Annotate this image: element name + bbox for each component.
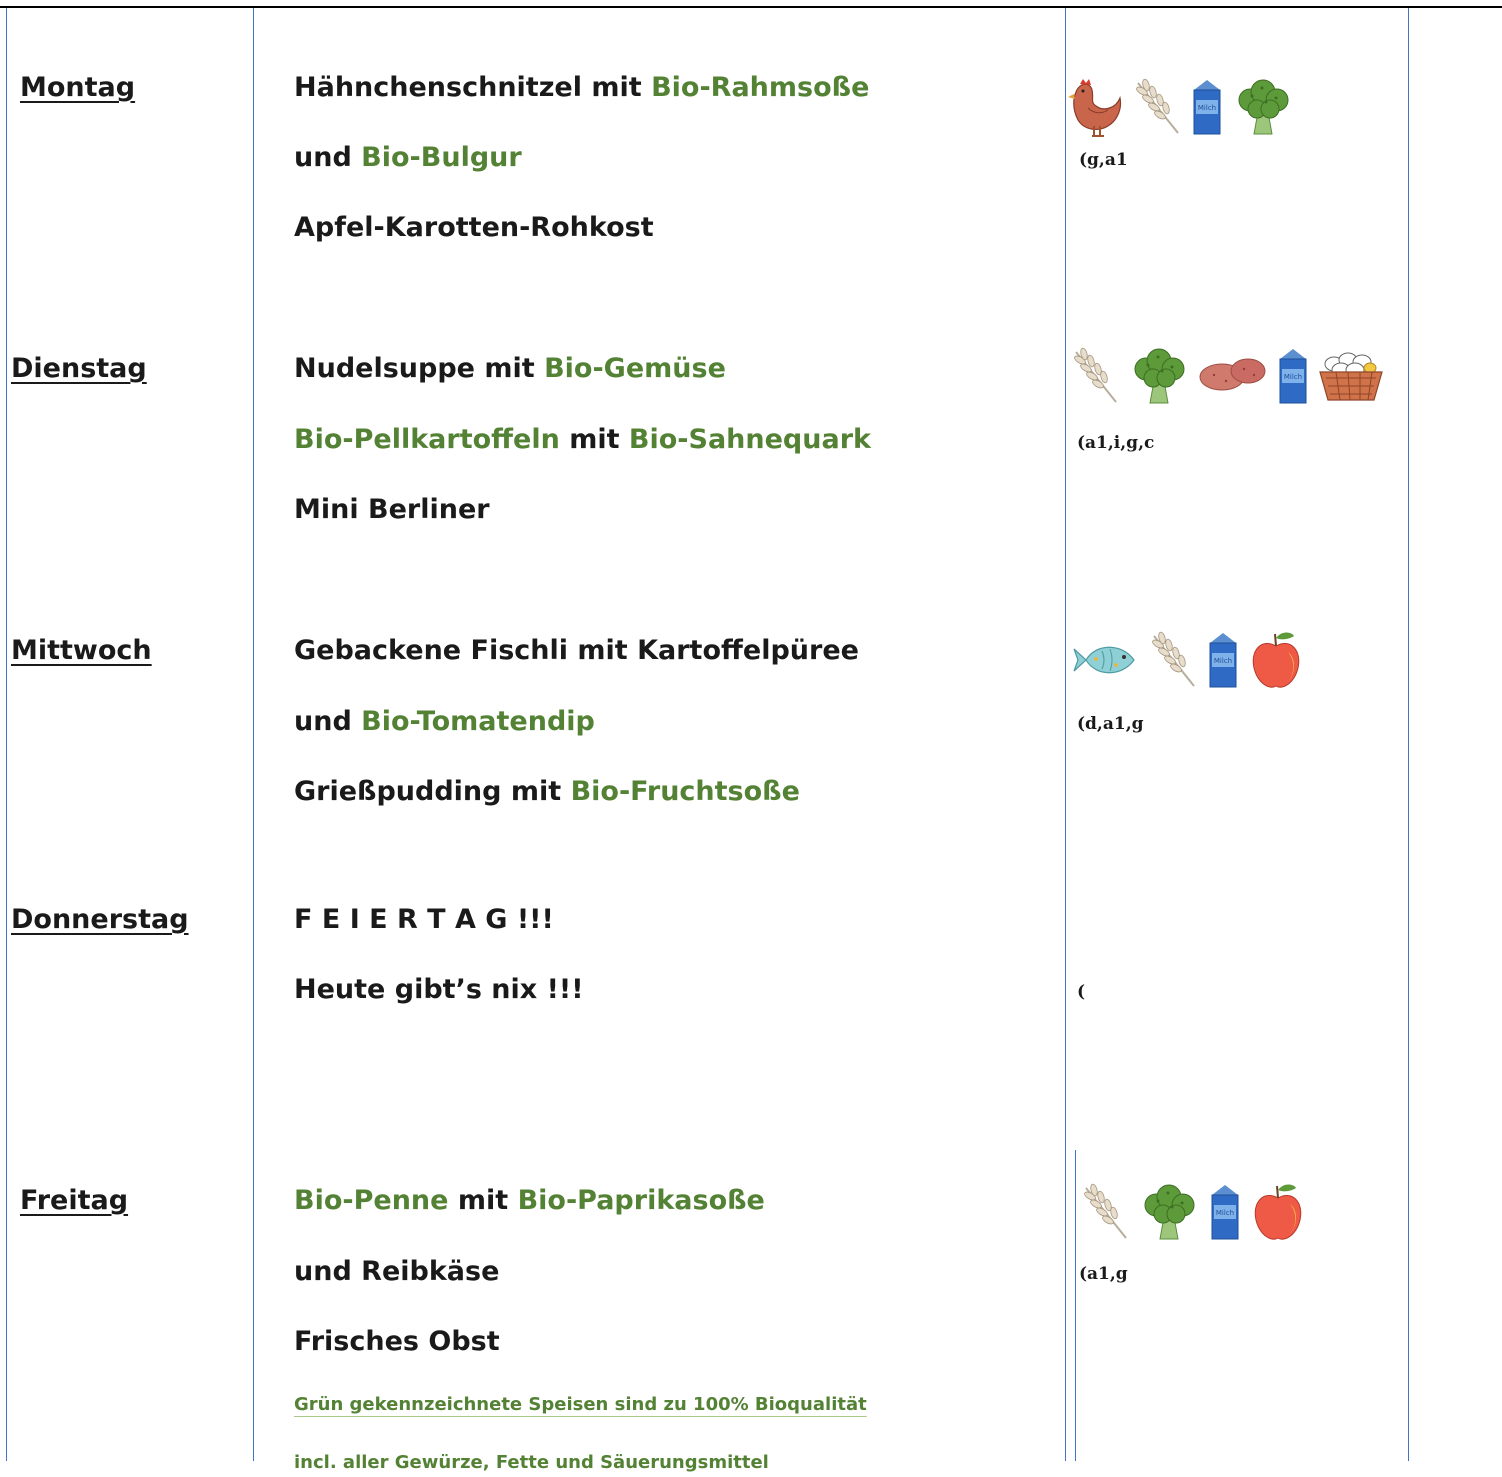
icon-row: Milch — [1066, 74, 1294, 140]
top-rule — [0, 6, 1502, 8]
svg-text:Milch: Milch — [1214, 657, 1232, 665]
dish-text: Nudelsuppe mit — [294, 353, 545, 384]
dish-line: und Bio-Tomatendip — [294, 706, 595, 737]
dish-text: und — [294, 142, 362, 173]
dish-line: Bio-Pellkartoffeln mit Bio-Sahnequark — [294, 424, 871, 455]
broccoli-icon — [1128, 345, 1190, 407]
bio-dish-text: Bio-Tomatendip — [361, 706, 595, 737]
dish-line: Nudelsuppe mit Bio-Gemüse — [294, 353, 726, 384]
column-divider-2 — [253, 8, 254, 1461]
milk-carton-icon: Milch — [1190, 78, 1224, 136]
fish-icon — [1072, 635, 1140, 685]
bio-quality-note: Grün gekennzeichnete Speisen sind zu 100… — [294, 1394, 867, 1415]
apple-icon — [1248, 628, 1304, 692]
dish-text: Apfel-Karotten-Rohkost — [294, 212, 654, 243]
wheat-icon — [1148, 630, 1198, 690]
dish-line: und Bio-Bulgur — [294, 142, 522, 173]
dish-line: F E I E R T A G !!! — [294, 904, 554, 935]
column-divider-5 — [1408, 8, 1409, 1461]
column-divider-4 — [1075, 1150, 1076, 1461]
milk-carton-icon: Milch — [1276, 347, 1310, 405]
day-label-dienstag: Dienstag — [11, 353, 147, 384]
dish-text: F E I E R T A G !!! — [294, 904, 554, 935]
dish-text: und Reibkäse — [294, 1256, 500, 1287]
dish-text: Frisches Obst — [294, 1326, 500, 1357]
bio-dish-text: Bio-Bulgur — [361, 142, 522, 173]
chicken-icon — [1066, 74, 1124, 140]
wheat-icon — [1070, 346, 1120, 406]
dish-text: mit — [448, 1185, 518, 1216]
bio-dish-text: Bio-Penne — [294, 1185, 449, 1216]
day-label-freitag: Freitag — [20, 1185, 129, 1216]
day-label-mittwoch: Mittwoch — [11, 635, 152, 666]
dish-text: Mini Berliner — [294, 494, 490, 525]
dish-line: Hähnchenschnitzel mit Bio-Rahmsoße — [294, 72, 869, 103]
bio-dish-text: Bio-Pellkartoffeln — [294, 424, 560, 455]
column-divider-3 — [1065, 8, 1066, 1461]
dish-line: Apfel-Karotten-Rohkost — [294, 212, 654, 243]
dish-line: Heute gibt’s nix !!! — [294, 974, 584, 1005]
wheat-icon — [1132, 77, 1182, 137]
dish-text: und — [294, 706, 362, 737]
bio-dish-text: Bio-Fruchtsoße — [570, 776, 800, 807]
svg-text:Milch: Milch — [1284, 373, 1302, 381]
bio-dish-text: Bio-Paprikasoße — [517, 1185, 765, 1216]
allergen-codes: (g,a1 — [1079, 150, 1128, 170]
icon-row: Milch — [1070, 345, 1384, 407]
allergen-codes: (d,a1,g — [1077, 714, 1144, 734]
dish-line: Bio-Penne mit Bio-Paprikasoße — [294, 1185, 765, 1216]
broccoli-icon — [1138, 1181, 1200, 1243]
day-label-donnerstag: Donnerstag — [11, 904, 189, 935]
dish-line: Frisches Obst — [294, 1326, 500, 1357]
dish-text: mit — [559, 424, 629, 455]
egg-basket-icon — [1318, 348, 1384, 404]
dish-line: Grießpudding mit Bio-Fruchtsoße — [294, 776, 800, 807]
day-label-montag: Montag — [20, 72, 136, 103]
allergen-codes: (a1,g — [1079, 1264, 1128, 1284]
milk-carton-icon: Milch — [1206, 631, 1240, 689]
dish-text: Heute gibt’s nix !!! — [294, 974, 584, 1005]
dish-line: und Reibkäse — [294, 1256, 499, 1287]
column-divider-1 — [6, 8, 7, 1461]
milk-carton-icon: Milch — [1208, 1183, 1242, 1241]
dish-text: Gebackene Fischli mit Kartoffelpüree — [294, 635, 859, 666]
dish-text: Grießpudding mit — [294, 776, 571, 807]
svg-text:Milch: Milch — [1198, 104, 1216, 112]
bio-dish-text: Bio-Sahnequark — [628, 424, 871, 455]
potato-icon — [1198, 351, 1268, 401]
apple-icon — [1250, 1180, 1306, 1244]
dish-line: Mini Berliner — [294, 494, 490, 525]
icon-row: Milch — [1080, 1180, 1306, 1244]
bio-dish-text: Bio-Gemüse — [544, 353, 726, 384]
broccoli-icon — [1232, 76, 1294, 138]
bio-dish-text: Bio-Rahmsoße — [651, 72, 870, 103]
dish-text: Hähnchenschnitzel mit — [294, 72, 652, 103]
allergen-codes: ( — [1077, 982, 1086, 1002]
icon-row: Milch — [1072, 628, 1304, 692]
bio-quality-note-detail: incl. aller Gewürze, Fette und Säuerungs… — [294, 1452, 769, 1473]
allergen-codes: (a1,i,g,c — [1077, 433, 1155, 453]
svg-text:Milch: Milch — [1216, 1209, 1234, 1217]
dish-line: Gebackene Fischli mit Kartoffelpüree — [294, 635, 859, 666]
wheat-icon — [1080, 1182, 1130, 1242]
